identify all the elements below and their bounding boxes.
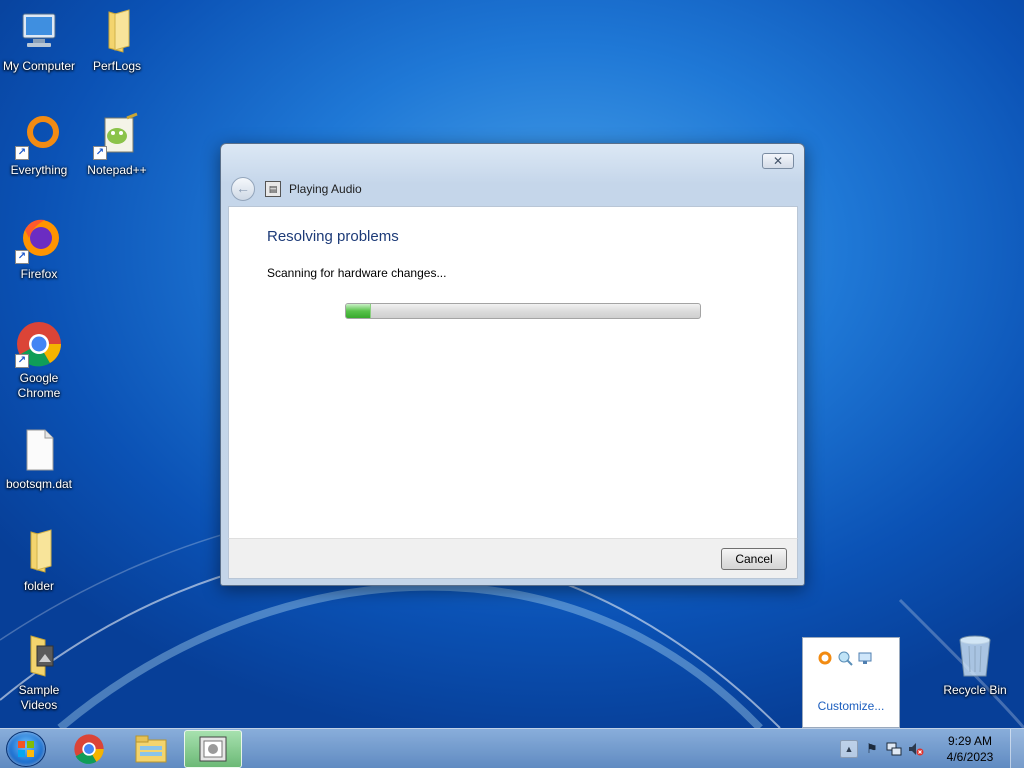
desktop-icon-label: Firefox (20, 267, 58, 281)
notification-overflow-popup: Customize... (802, 637, 900, 728)
dialog-title: Playing Audio (289, 182, 362, 196)
progress-fill (346, 304, 371, 318)
cancel-button[interactable]: Cancel (721, 548, 787, 570)
close-button[interactable]: ✕ (762, 153, 794, 169)
troubleshooter-icon: ▤ (265, 181, 281, 197)
desktop-icon-label: PerfLogs (92, 59, 142, 73)
desktop-icon-label: bootsqm.dat (5, 477, 73, 491)
clock-time: 9:29 AM (947, 734, 993, 748)
desktop-icon-label: Recycle Bin (943, 683, 1007, 697)
show-hidden-icons-arrow[interactable]: ▲ (840, 740, 858, 758)
computer-icon (15, 8, 63, 56)
clock-date: 4/6/2023 (946, 750, 994, 764)
recycle-bin-icon (951, 632, 999, 680)
taskbar: ▲ ⚑ 9:29 AM 4/6/2023 (0, 728, 1024, 768)
progress-bar (345, 303, 701, 319)
notepadpp-icon: ↗ (93, 112, 141, 160)
page-heading: Resolving problems (267, 228, 399, 245)
desktop-icon-firefox[interactable]: ↗ Firefox (0, 216, 78, 282)
shortcut-arrow-icon: ↗ (15, 250, 29, 264)
network-tray-icon[interactable] (857, 650, 873, 666)
desktop-icon-chrome[interactable]: ↗ Google Chrome (0, 320, 78, 401)
shortcut-arrow-icon: ↗ (15, 354, 29, 368)
video-folder-icon (15, 632, 63, 680)
troubleshooter-dialog: ✕ ← ▤ Playing Audio Resolving problems S… (220, 143, 805, 586)
dialog-header: ← ▤ Playing Audio (229, 174, 796, 204)
network-icon[interactable] (886, 741, 902, 757)
troubleshooter-icon (199, 736, 227, 762)
desktop-icon-bootsqm[interactable]: bootsqm.dat (0, 426, 78, 492)
desktop-icon-label: Everything (10, 163, 68, 177)
customize-link[interactable]: Customize... (803, 699, 899, 713)
taskbar-explorer[interactable] (122, 730, 180, 768)
folder-icon (93, 8, 141, 56)
folder-icon (15, 528, 63, 576)
desktop-icon-label: Notepad++ (87, 163, 147, 177)
chrome-icon (74, 734, 104, 764)
dialog-body: Resolving problems Scanning for hardware… (228, 206, 798, 538)
taskbar-chrome[interactable] (60, 730, 118, 768)
volume-muted-icon[interactable] (908, 741, 924, 757)
desktop-icon-my-computer[interactable]: My Computer (0, 8, 78, 74)
desktop-icon-label: My Computer (2, 59, 76, 73)
everything-icon: ↗ (15, 112, 63, 160)
shortcut-arrow-icon: ↗ (15, 146, 29, 160)
everything-tray-icon[interactable] (817, 650, 833, 666)
show-desktop-button[interactable] (1010, 729, 1024, 768)
start-orb-icon[interactable] (6, 731, 46, 767)
desktop-icon-everything[interactable]: ↗ Everything (0, 112, 78, 178)
desktop-icon-perflogs[interactable]: PerfLogs (78, 8, 156, 74)
taskbar-troubleshooter[interactable] (184, 730, 242, 768)
dialog-footer: Cancel (228, 538, 798, 579)
chrome-icon: ↗ (15, 320, 63, 368)
status-text: Scanning for hardware changes... (267, 266, 447, 280)
desktop-icon-sample-videos[interactable]: Sample Videos (0, 632, 78, 713)
desktop-icon-label: folder (23, 579, 55, 593)
desktop-icon-recycle-bin[interactable]: Recycle Bin (936, 632, 1014, 698)
file-icon (15, 426, 63, 474)
desktop-icon-notepadpp[interactable]: ↗ Notepad++ (78, 112, 156, 178)
system-tray: ▲ ⚑ 9:29 AM 4/6/2023 (840, 729, 1024, 768)
clock[interactable]: 9:29 AM 4/6/2023 (934, 733, 1006, 765)
desktop-icon-folder[interactable]: folder (0, 528, 78, 594)
desktop-icon-label: Google Chrome (17, 371, 61, 400)
explorer-icon (135, 735, 167, 763)
firefox-icon: ↗ (15, 216, 63, 264)
desktop-icon-label: Sample Videos (18, 683, 60, 712)
action-center-flag-icon[interactable]: ⚑ (864, 741, 880, 757)
shortcut-arrow-icon: ↗ (93, 146, 107, 160)
back-arrow-icon[interactable]: ← (231, 177, 255, 201)
magnifier-tray-icon[interactable] (837, 650, 853, 666)
